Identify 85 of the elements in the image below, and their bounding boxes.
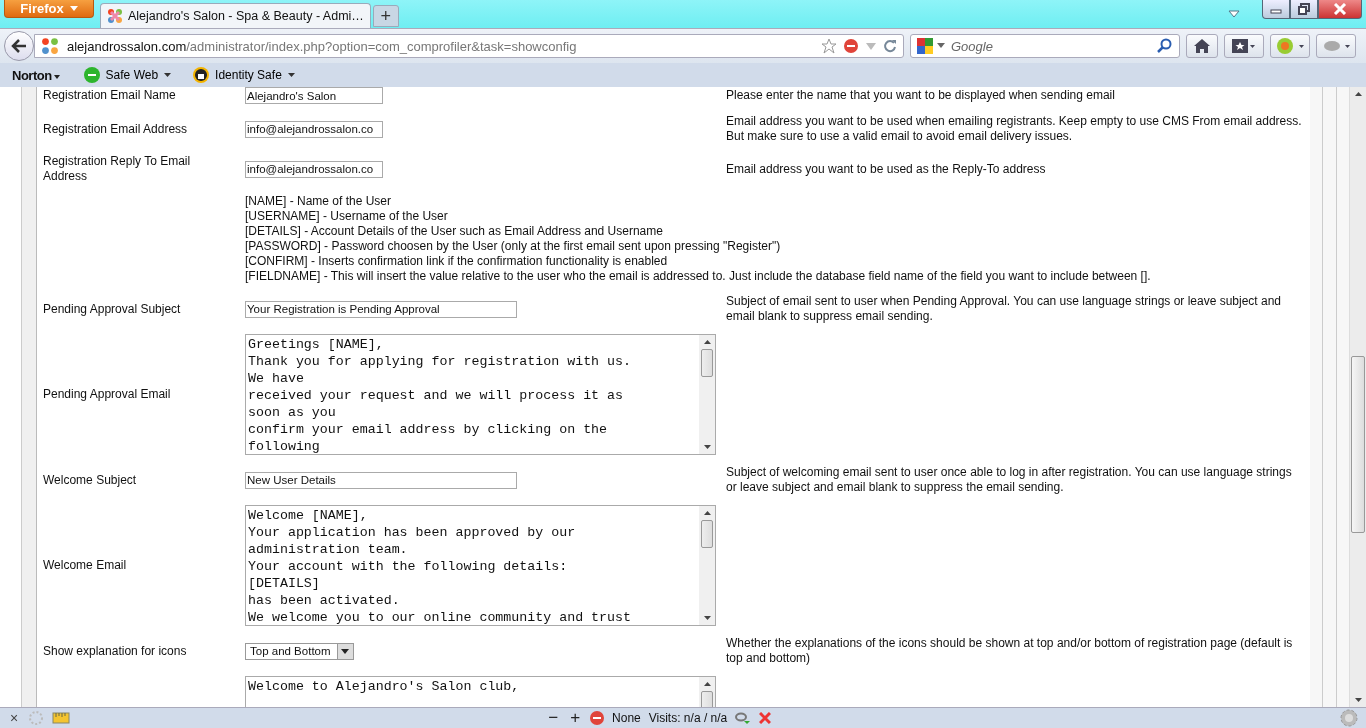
norton-toolbar-item[interactable]: Identity Safe bbox=[189, 67, 299, 83]
field-description: Whether the explanations of the icons should be shown at top and/or bottom of registration page (default is top and bottom) bbox=[726, 636, 1293, 665]
search-icon[interactable] bbox=[1157, 38, 1173, 54]
scroll-up-icon[interactable] bbox=[703, 682, 711, 686]
scrollbar-thumb[interactable] bbox=[701, 349, 713, 377]
minimize-button[interactable] bbox=[1262, 0, 1290, 19]
field-label: Registration Email Address bbox=[43, 121, 188, 136]
close-icon bbox=[1333, 3, 1347, 15]
placeholder-tag-description: [NAME] - Name of the User bbox=[245, 194, 392, 209]
text-field[interactable]: New User Details bbox=[245, 471, 517, 489]
reload-icon[interactable] bbox=[883, 39, 897, 53]
ruler-icon[interactable] bbox=[52, 712, 71, 724]
dropdown[interactable]: Top and Bottom bbox=[245, 642, 354, 660]
textarea-field[interactable]: Welcome [NAME], Your application has been approved by our administration team. Your account with the following details: [DETAILS] has been activated. We welcome you to our online community and trust bbox=[245, 505, 716, 626]
norton-toolbar-item[interactable]: Safe Web bbox=[79, 67, 176, 83]
zoom-in-button[interactable]: + bbox=[568, 708, 583, 728]
url-path: /administrator/index.php?option=com_comprofiler&task=showconfig bbox=[186, 38, 577, 54]
visits-counter[interactable]: Visits: n/a / n/a bbox=[648, 711, 728, 725]
field-description: Email address you want to be used when emailing registrants. Keep empty to use CMS From email address. But make sure to use a valid email to avoid email delivery issues. bbox=[726, 114, 1302, 143]
restore-icon bbox=[1298, 3, 1310, 15]
browser-tab[interactable]: Alejandro's Salon - Spa & Beauty - Admi… bbox=[100, 3, 371, 28]
text-field[interactable]: info@alejandrossalon.co bbox=[245, 120, 383, 138]
address-bar[interactable]: alejandrossalon.com/administrator/index.php?option=com_comprofiler&task=showconfig bbox=[34, 34, 904, 58]
text-field[interactable]: info@alejandrossalon.co bbox=[245, 160, 383, 178]
field-label: Pending Approval Subject bbox=[43, 301, 181, 316]
scroll-down-icon[interactable] bbox=[1354, 698, 1362, 702]
field-label: Pending Approval Email bbox=[43, 387, 171, 401]
placeholder-tag-description: [DETAILS] - Account Details of the User such as Email Address and Username bbox=[245, 224, 663, 239]
textarea-field[interactable]: Greetings [NAME], Thank you for applying for registration with us. We have received your request and we will process it as soon as you confirm your email address by clicking on the following bbox=[245, 334, 716, 455]
field-label: Welcome Email bbox=[43, 558, 127, 572]
stop-icon[interactable] bbox=[843, 38, 859, 54]
search-box[interactable]: Google bbox=[910, 34, 1180, 58]
home-icon bbox=[1194, 39, 1210, 53]
bookmark-star-icon bbox=[1232, 39, 1256, 53]
google-logo-icon bbox=[917, 38, 933, 54]
caret-icon bbox=[164, 73, 172, 77]
addon-button[interactable] bbox=[1270, 34, 1310, 58]
scroll-up-icon[interactable] bbox=[703, 340, 711, 344]
page-scrollbar[interactable] bbox=[1349, 87, 1366, 707]
new-tab-button[interactable]: + bbox=[372, 5, 399, 27]
field-label: Registration Reply To Email Address bbox=[43, 154, 191, 183]
field-label: Registration Email Name bbox=[43, 88, 176, 102]
close-button[interactable] bbox=[1318, 0, 1362, 19]
scrollbar-thumb[interactable] bbox=[701, 520, 713, 548]
scroll-down-icon[interactable] bbox=[703, 445, 711, 449]
back-arrow-icon bbox=[11, 39, 27, 53]
field-label: Welcome Subject bbox=[43, 472, 137, 487]
field-description: Subject of email sent to user when Pending Approval. You can use language strings or leave subject and email blank to suppress email sending. bbox=[726, 294, 1282, 323]
home-button[interactable] bbox=[1186, 34, 1218, 58]
zoom-out-button[interactable]: − bbox=[546, 708, 561, 728]
tab-list-caret-icon[interactable] bbox=[1228, 10, 1240, 18]
joomla-logo-icon bbox=[107, 8, 123, 24]
scroll-up-icon[interactable] bbox=[1354, 92, 1362, 96]
field-description: Email address you want to be used as the Reply-To address bbox=[726, 161, 1046, 176]
caret-icon[interactable] bbox=[937, 43, 945, 49]
caret-icon[interactable] bbox=[53, 74, 60, 79]
stop-icon bbox=[590, 711, 605, 725]
placeholder-tag-description: [PASSWORD] - Password choosen by the User (only at the first email sent upon pressing "Register") bbox=[245, 239, 781, 254]
placeholder-tag-description: [USERNAME] - Username of the User bbox=[245, 209, 448, 224]
joomla-logo-icon bbox=[41, 37, 59, 55]
close-addon-bar-button[interactable]: × bbox=[8, 710, 21, 726]
scrollbar[interactable] bbox=[699, 335, 715, 454]
restore-button[interactable] bbox=[1290, 0, 1318, 19]
caret-icon bbox=[341, 648, 350, 654]
bookmarks-button[interactable] bbox=[1224, 34, 1264, 58]
caret-icon bbox=[287, 73, 295, 77]
addon-button[interactable] bbox=[1316, 34, 1356, 58]
blocker-status[interactable]: None bbox=[612, 711, 641, 725]
text-field[interactable]: Alejandro's Salon bbox=[245, 87, 383, 104]
url-host: alejandrossalon.com bbox=[67, 38, 187, 54]
field-label: Show explanation for icons bbox=[43, 643, 187, 658]
text-field[interactable]: Your Registration is Pending Approval bbox=[245, 300, 517, 318]
cross-icon[interactable] bbox=[759, 712, 772, 724]
placeholder-tag-description: [CONFIRM] - Inserts confirmation link if the confirmation functionality is enabled bbox=[245, 254, 668, 269]
star-icon[interactable] bbox=[821, 38, 837, 54]
scroll-down-icon[interactable] bbox=[703, 616, 711, 620]
loading-spinner-icon bbox=[28, 710, 45, 726]
field-description: Subject of welcoming email sent to user once able to log in after registration. You can use language strings or leave subject and email blank to suppress the email sending. bbox=[726, 465, 1292, 494]
norton-logo[interactable]: Norton bbox=[12, 67, 52, 83]
scrollbar[interactable] bbox=[699, 506, 715, 625]
placeholder-tag-description: [FIELDNAME] - This will insert the value relative to the user who the email is addressed to. Just include the database field name of the field you want to include between []. bbox=[245, 269, 1151, 284]
scroll-up-icon[interactable] bbox=[703, 511, 711, 515]
scrollbar-thumb[interactable] bbox=[1351, 356, 1365, 533]
field-description: Please enter the name that you want to be displayed when sending email bbox=[726, 88, 1115, 102]
back-button[interactable] bbox=[4, 31, 34, 61]
